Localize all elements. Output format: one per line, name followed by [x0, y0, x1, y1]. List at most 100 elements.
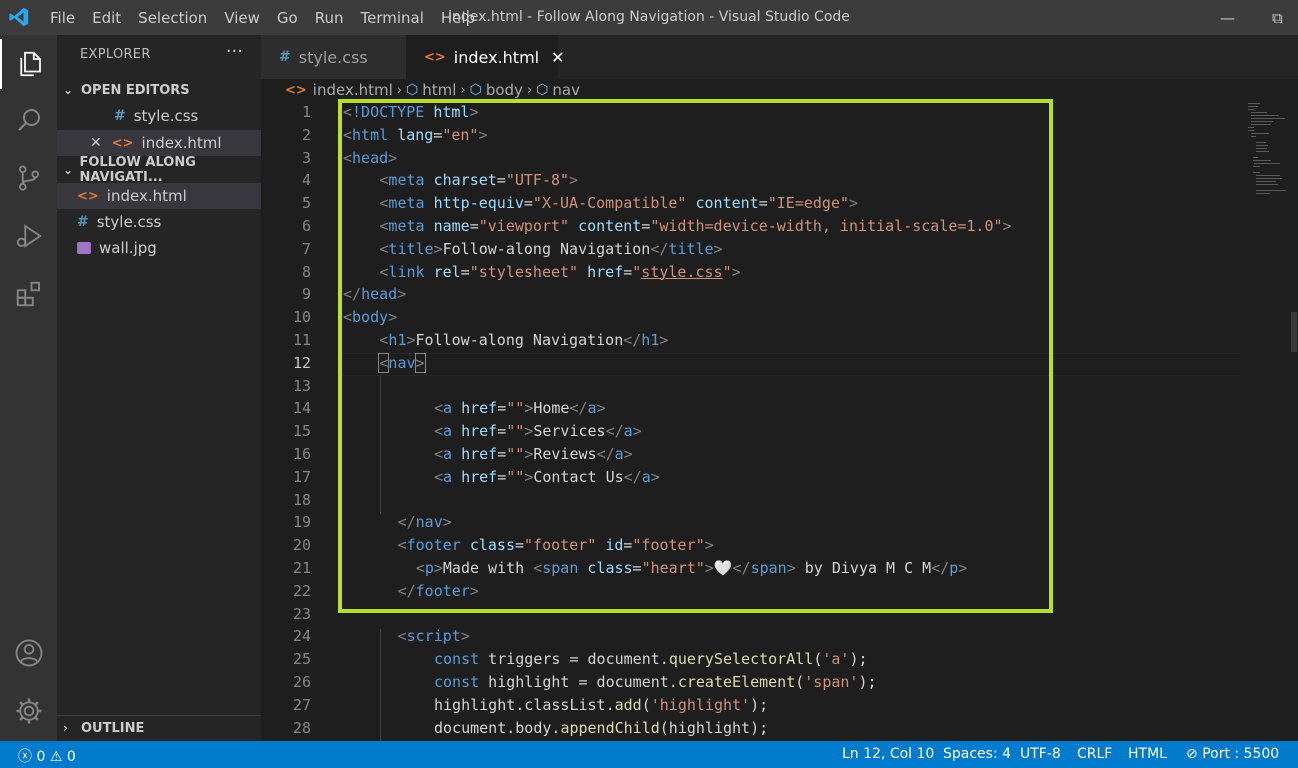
code-line[interactable]: <meta charset="UTF-8">: [379, 169, 578, 192]
live-server-port[interactable]: ⊘ Port : 5500: [1186, 746, 1279, 762]
menu-help[interactable]: Help: [441, 9, 475, 27]
file-wall-jpg[interactable]: wall.jpg: [57, 235, 261, 261]
breadcrumb-html[interactable]: html: [422, 81, 456, 99]
code-line[interactable]: <a href="">Reviews</a>: [434, 443, 633, 466]
manage-activity[interactable]: [0, 686, 57, 736]
search-activity[interactable]: [0, 95, 57, 145]
line-number: 14: [292, 399, 311, 418]
open-editor-index-html[interactable]: ✕ <> index.html: [57, 130, 261, 156]
close-icon[interactable]: ✕: [90, 135, 102, 151]
extensions-icon: [16, 281, 40, 307]
scrollbar-thumb[interactable]: [1291, 312, 1297, 352]
code-line[interactable]: <a href="">Contact Us</a>: [434, 466, 660, 489]
open-editor-style-css[interactable]: # style.css: [57, 103, 261, 129]
open-editors-header[interactable]: ⌄ OPEN EDITORS: [57, 78, 261, 102]
line-number: 13: [292, 376, 311, 395]
file-style-css[interactable]: # style.css: [57, 209, 261, 235]
line-number: 4: [301, 171, 311, 190]
line-number: 1: [301, 103, 311, 121]
line-number: 17: [292, 467, 311, 486]
restore-button[interactable]: ⧉: [1272, 9, 1283, 27]
code-line[interactable]: <html lang="en">: [343, 124, 488, 147]
activity-bar: [0, 35, 57, 741]
chevron-right-icon: ›: [63, 721, 68, 735]
line-number: 6: [301, 217, 311, 235]
chevron-down-icon: ⌄: [63, 163, 74, 177]
code-editor[interactable]: <!DOCTYPE html> <html lang="en"> <head> <me…: [343, 101, 1243, 741]
code-line[interactable]: <head>: [343, 147, 397, 170]
code-line[interactable]: <p>Made with <span class="heart">🤍</span…: [416, 557, 968, 580]
more-actions-icon[interactable]: ···: [226, 41, 243, 62]
menu-go[interactable]: Go: [277, 9, 298, 27]
line-number: 24: [292, 627, 311, 646]
line-number: 26: [292, 673, 311, 691]
problems-indicator[interactable]: ⓧ 0 ⚠ 0: [18, 746, 76, 766]
code-line[interactable]: <a href="">Home</a>: [434, 397, 606, 420]
warning-icon: ⚠: [49, 749, 63, 765]
code-line[interactable]: </footer>: [398, 580, 479, 603]
line-number: 10: [292, 308, 311, 327]
minimap[interactable]: [1246, 101, 1286, 201]
file-label: index.html: [141, 134, 222, 152]
menu-view[interactable]: View: [224, 9, 260, 27]
code-line[interactable]: <meta name="viewport" content="width=dev…: [379, 215, 1011, 238]
code-line[interactable]: <h1>Follow-along Navigation</h1>: [379, 329, 668, 352]
menu-run[interactable]: Run: [315, 9, 344, 27]
folder-label: FOLLOW ALONG NAVIGATI...: [79, 155, 196, 185]
outline-header[interactable]: › OUTLINE: [57, 715, 261, 740]
open-editors-label: OPEN EDITORS: [81, 82, 190, 98]
indentation[interactable]: Spaces: 4: [943, 746, 1011, 762]
breadcrumb-file[interactable]: index.html: [313, 81, 393, 99]
code-line[interactable]: <title>Follow-along Navigation</title>: [379, 238, 722, 261]
code-line[interactable]: <link rel="stylesheet" href="style.css">: [379, 261, 740, 284]
code-line[interactable]: <footer class="footer" id="footer">: [398, 534, 714, 557]
code-line[interactable]: <nav>: [378, 352, 426, 375]
file-label: wall.jpg: [99, 239, 157, 257]
source-control-icon: [18, 165, 39, 191]
breadcrumb-nav[interactable]: nav: [552, 81, 580, 99]
accounts-activity[interactable]: [0, 628, 57, 678]
minimize-button[interactable]: —: [1220, 9, 1235, 27]
warning-count: 0: [66, 749, 76, 765]
code-line[interactable]: <meta http-equiv="X-UA-Compatible" conte…: [379, 192, 858, 215]
menu-selection[interactable]: Selection: [138, 9, 207, 27]
encoding[interactable]: UTF-8: [1020, 746, 1061, 762]
explorer-activity[interactable]: [0, 39, 57, 89]
code-line[interactable]: <script>: [398, 625, 470, 648]
element-icon: ⬡: [405, 82, 419, 98]
run-debug-activity[interactable]: [0, 211, 57, 261]
live-server-icon: ⊘: [1186, 746, 1198, 762]
menu-bar: File Edit Selection View Go Run Terminal…: [50, 0, 492, 35]
tab-style-css[interactable]: # style.css: [261, 35, 406, 79]
code-line[interactable]: <body>: [343, 306, 397, 329]
menu-file[interactable]: File: [50, 9, 75, 27]
code-line[interactable]: </head>: [343, 283, 406, 306]
editor-tabs: # style.css <> index.html ✕: [261, 35, 1298, 79]
folder-header[interactable]: ⌄ FOLLOW ALONG NAVIGATI...: [57, 155, 261, 185]
code-line[interactable]: <!DOCTYPE html>: [343, 101, 478, 124]
cursor-position[interactable]: Ln 12, Col 10: [842, 746, 934, 762]
tab-index-html[interactable]: <> index.html ✕: [406, 35, 565, 79]
source-control-activity[interactable]: [0, 153, 57, 203]
extensions-activity[interactable]: [0, 269, 57, 319]
line-number: 18: [292, 490, 311, 509]
code-line[interactable]: <a href="">Services</a>: [434, 420, 642, 443]
code-line[interactable]: highlight.classList.add('highlight');: [434, 694, 768, 717]
file-index-html[interactable]: <> index.html: [57, 183, 261, 209]
code-line[interactable]: </nav>: [398, 511, 452, 534]
breadcrumb-body[interactable]: body: [486, 81, 523, 99]
tab-label: style.css: [298, 47, 368, 67]
vertical-scrollbar[interactable]: [1290, 101, 1298, 741]
code-line[interactable]: const triggers = document.querySelectorA…: [434, 648, 868, 671]
menu-edit[interactable]: Edit: [92, 9, 121, 27]
chevron-right-icon: ›: [460, 82, 466, 98]
html-icon: <>: [111, 135, 134, 151]
close-icon[interactable]: ✕: [551, 48, 564, 67]
html-icon: <>: [424, 49, 446, 65]
search-icon: [17, 109, 40, 131]
line-endings[interactable]: CRLF: [1077, 746, 1112, 762]
menu-terminal[interactable]: Terminal: [361, 9, 424, 27]
code-line[interactable]: document.body.appendChild(highlight);: [434, 717, 768, 740]
language-mode[interactable]: HTML: [1128, 746, 1167, 762]
code-line[interactable]: const highlight = document.createElement…: [434, 671, 877, 694]
